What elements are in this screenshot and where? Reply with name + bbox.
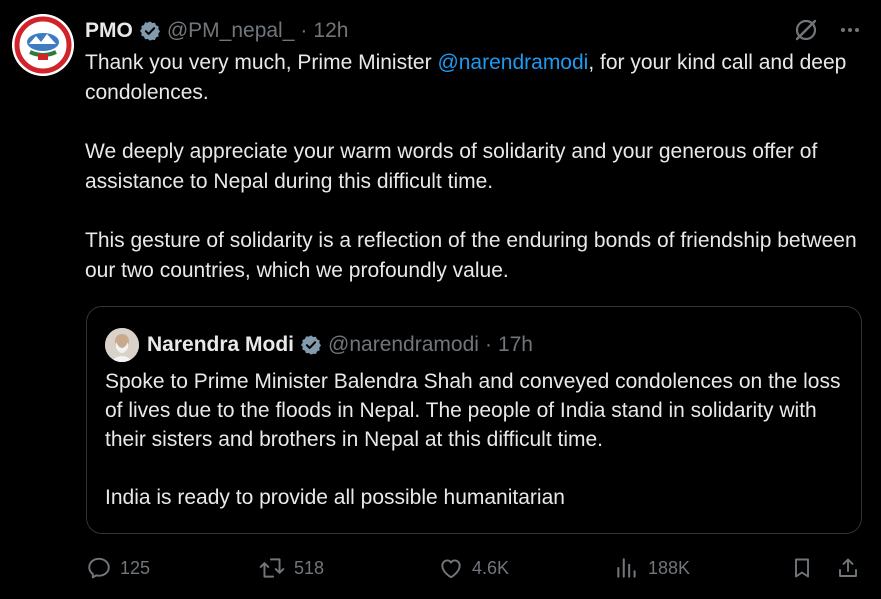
verified-badge-icon <box>300 334 322 356</box>
like-count: 4.6K <box>472 557 510 578</box>
reply-icon <box>88 557 110 579</box>
quoted-paragraph-1: Spoke to Prime Minister Balendra Shah an… <box>105 370 841 451</box>
pmo-avatar[interactable] <box>12 14 74 76</box>
repost-icon <box>259 558 285 578</box>
display-name[interactable]: PMO <box>85 19 133 43</box>
tweet-body: Thank you very much, Prime Minister @nar… <box>85 48 875 315</box>
reply-count: 125 <box>120 557 151 578</box>
views-button[interactable]: 188K <box>614 555 690 581</box>
views-count: 188K <box>648 557 691 578</box>
separator-dot: · <box>300 19 308 42</box>
quoted-tweet[interactable]: Narendra Modi @narendramodi · 17h Spoke … <box>86 306 862 534</box>
tweet-paragraph-1: Thank you very much, Prime Minister @nar… <box>85 48 875 108</box>
quoted-tweet-header: Narendra Modi @narendramodi · 17h <box>105 328 533 362</box>
share-icon <box>839 558 857 577</box>
tweet-top-actions <box>793 17 861 48</box>
bookmark-icon <box>795 558 809 578</box>
quoted-paragraph-2: India is ready to provide all possible h… <box>105 486 565 509</box>
user-handle[interactable]: @PM_nepal_ <box>167 19 295 43</box>
tweet-header: PMO @PM_nepal_ · 12h <box>85 16 348 46</box>
tweet-timestamp[interactable]: 12h <box>313 19 348 43</box>
like-icon <box>441 559 461 579</box>
quoted-tweet-body: Spoke to Prime Minister Balendra Shah an… <box>105 367 845 541</box>
reply-button[interactable]: 125 <box>86 555 150 581</box>
quoted-display-name: Narendra Modi <box>147 333 295 356</box>
repost-button[interactable]: 518 <box>258 555 324 581</box>
quoted-timestamp: 17h <box>497 333 533 356</box>
separator-dot: · <box>484 333 492 356</box>
grok-icon[interactable] <box>793 17 819 48</box>
more-icon[interactable] <box>839 19 861 46</box>
tweet-action-bar: 125 518 4.6K 188K <box>0 555 881 585</box>
tweet-paragraph-2: We deeply appreciate your warm words of … <box>85 140 818 193</box>
mention-link[interactable]: @narendramodi <box>437 51 588 74</box>
tweet-paragraph-3: This gesture of solidarity is a reflecti… <box>85 229 857 282</box>
views-icon <box>617 558 636 578</box>
share-button[interactable] <box>836 555 868 581</box>
tweet-text-segment: Thank you very much, Prime Minister <box>85 51 438 74</box>
quoted-handle: @narendramodi <box>328 333 479 356</box>
like-button[interactable]: 4.6K <box>438 555 509 581</box>
quoted-avatar <box>105 328 139 362</box>
bookmark-button[interactable] <box>790 555 822 581</box>
verified-badge-icon <box>139 20 161 42</box>
repost-count: 518 <box>294 557 325 578</box>
